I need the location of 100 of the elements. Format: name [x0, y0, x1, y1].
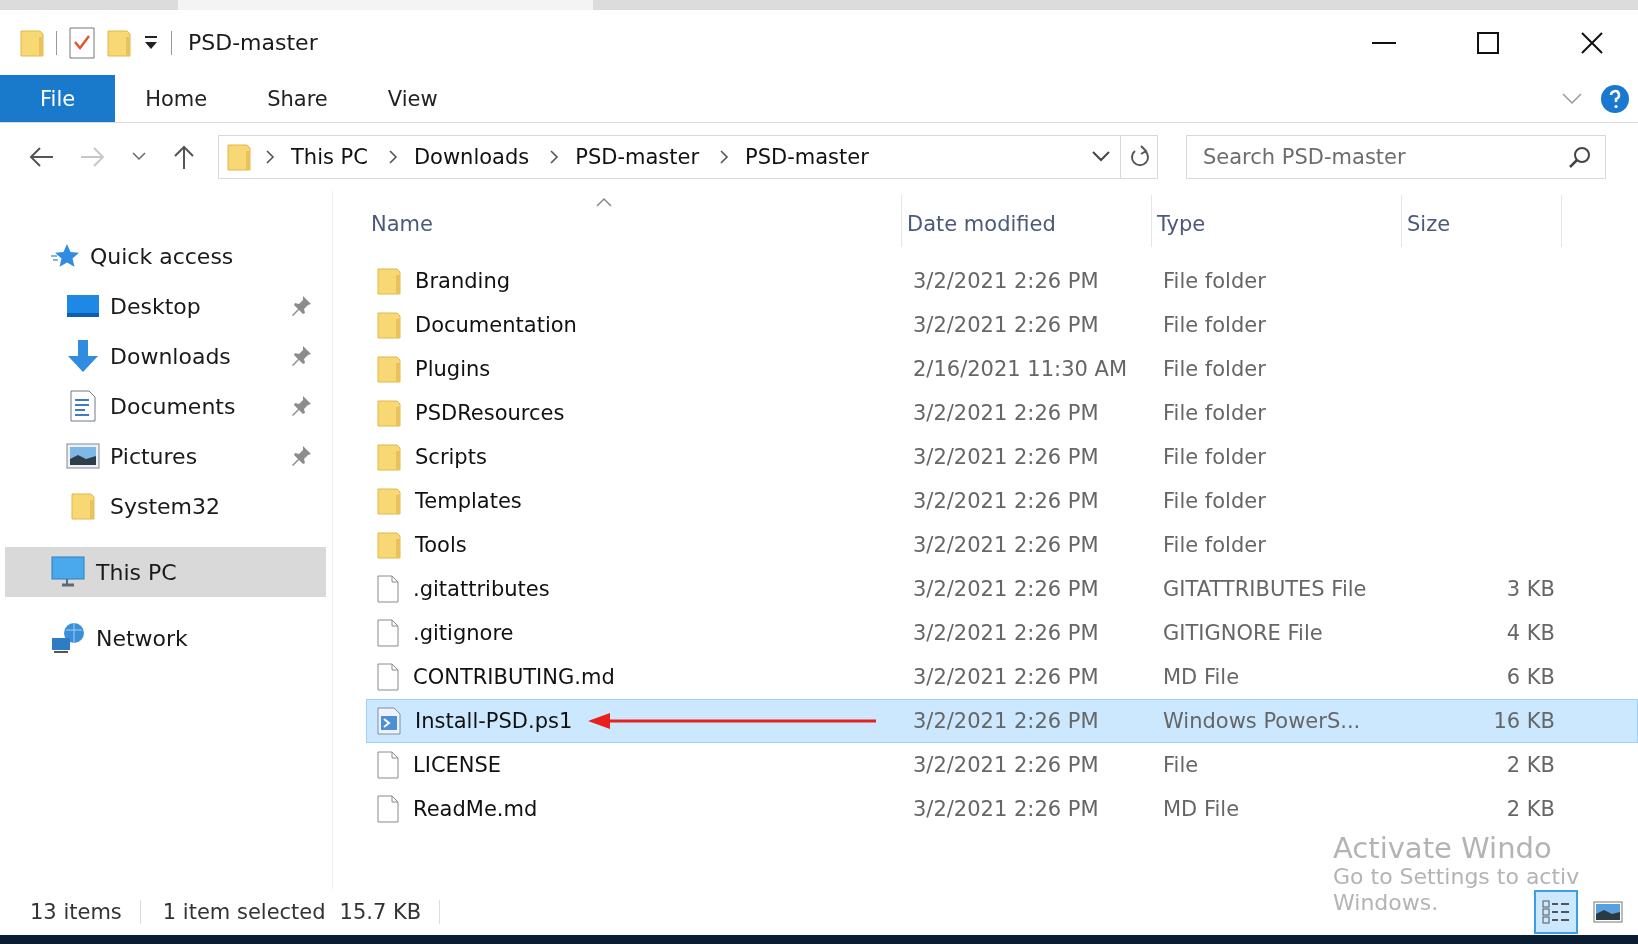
file-name: LICENSE	[413, 753, 502, 777]
file-row[interactable]: Plugins 2/16/2021 11:30 AM File folder	[366, 347, 1638, 391]
navigation-item[interactable]: Downloads	[0, 331, 332, 381]
navigation-item[interactable]: Network	[5, 613, 326, 663]
ribbon-tab[interactable]: View	[357, 75, 468, 122]
selection-size: 15.7 KB	[339, 900, 441, 924]
search-field[interactable]: Search PSD-master	[1186, 135, 1606, 179]
breadcrumb-item[interactable]: This PC	[285, 145, 374, 169]
file-icon	[377, 619, 399, 647]
date-cell-text: 2/16/2021 11:30 AM	[912, 357, 1129, 381]
breadcrumb-item[interactable]: PSD-master	[569, 145, 706, 169]
type-cell-text: GITIGNORE File	[1162, 621, 1324, 645]
breadcrumb-chevron-icon[interactable]	[549, 150, 560, 164]
folder-icon	[377, 443, 401, 471]
date-cell-text: 3/2/2021 2:26 PM	[912, 665, 1100, 689]
breadcrumb-chevron-icon[interactable]	[719, 150, 730, 164]
desktop-icon	[66, 293, 100, 319]
folder-icon	[227, 143, 251, 171]
search-icon[interactable]	[1568, 145, 1592, 169]
file-row[interactable]: Tools 3/2/2021 2:26 PM File folder	[366, 523, 1638, 567]
folder-icon	[71, 492, 95, 520]
type-cell-text: File folder	[1162, 401, 1267, 425]
large-icons-view-icon	[1593, 900, 1623, 924]
file-row[interactable]: Scripts 3/2/2021 2:26 PM File folder	[366, 435, 1638, 479]
folder-icon	[377, 311, 401, 339]
ribbon-tab[interactable]: Share	[237, 75, 358, 122]
size-cell-text: 6 KB	[1505, 665, 1556, 689]
selection-info: 1 item selected	[162, 900, 326, 924]
address-bar[interactable]: This PC Downloads PSD-master PSD-master	[218, 135, 1158, 179]
customize-toolbar-icon[interactable]	[143, 34, 159, 51]
new-folder-icon	[107, 28, 131, 57]
file-name: Documentation	[415, 313, 577, 337]
folder-icon	[377, 531, 401, 559]
details-view-icon	[1541, 898, 1571, 926]
item-count: 13 items	[30, 900, 141, 924]
type-cell-text: File folder	[1162, 533, 1267, 557]
date-cell-text: 3/2/2021 2:26 PM	[912, 269, 1100, 293]
file-name: Templates	[415, 489, 522, 513]
file-name: Scripts	[415, 445, 487, 469]
type-cell-text: File	[1162, 753, 1200, 777]
column-header[interactable]: Size	[1402, 195, 1562, 247]
file-icon	[377, 575, 399, 603]
file-row[interactable]: Templates 3/2/2021 2:26 PM File folder	[366, 479, 1638, 523]
activation-watermark-text: Windows.	[1333, 890, 1439, 916]
date-cell-text: 3/2/2021 2:26 PM	[912, 753, 1100, 777]
file-icon	[377, 663, 399, 691]
breadcrumb-item[interactable]: PSD-master	[739, 145, 875, 169]
ribbon-tab[interactable]: Home	[115, 75, 238, 122]
date-cell-text: 3/2/2021 2:26 PM	[912, 797, 1100, 821]
navigation-item[interactable]: Pictures	[0, 431, 332, 481]
file-row[interactable]: Branding 3/2/2021 2:26 PM File folder	[366, 259, 1638, 303]
size-cell-text: 16 KB	[1492, 709, 1556, 733]
column-header[interactable]: Date modified	[902, 195, 1152, 247]
size-cell-text: 3 KB	[1505, 577, 1556, 601]
date-cell-text: 3/2/2021 2:26 PM	[912, 445, 1100, 469]
navigation-item[interactable]: System32	[0, 481, 332, 531]
minimize-icon	[1372, 41, 1396, 44]
file-row[interactable]: Documentation 3/2/2021 2:26 PM File folder	[366, 303, 1638, 347]
properties-icon[interactable]	[69, 26, 95, 59]
type-cell-text: File folder	[1162, 269, 1267, 293]
up-arrow-icon[interactable]	[172, 144, 196, 170]
column-header[interactable]: Name	[366, 195, 902, 247]
view-toggle-button[interactable]	[1534, 890, 1578, 934]
file-row[interactable]: Install-PSD.ps1 3/2/2021 2:26 PM Windows PowerS... 16 KB	[366, 699, 1638, 743]
recent-locations-icon[interactable]	[132, 152, 146, 162]
file-name: Tools	[415, 533, 467, 557]
document-icon	[70, 390, 96, 422]
help-icon[interactable]	[1600, 83, 1630, 114]
file-menu-tab[interactable]: File	[0, 75, 116, 122]
file-name: CONTRIBUTING.md	[413, 665, 615, 689]
refresh-icon[interactable]	[1128, 145, 1150, 169]
file-name: ReadMe.md	[413, 797, 538, 821]
date-cell-text: 3/2/2021 2:26 PM	[912, 621, 1100, 645]
file-row[interactable]: .gitattributes 3/2/2021 2:26 PM GITATTRIBUTES File 3 KB	[366, 567, 1638, 611]
folder-icon	[377, 487, 401, 515]
column-header[interactable]: Type	[1152, 195, 1402, 247]
navigation-item[interactable]: Quick access	[0, 231, 332, 281]
date-cell-text: 3/2/2021 2:26 PM	[912, 577, 1100, 601]
navigation-item[interactable]: Desktop	[0, 281, 332, 331]
breadcrumb-item[interactable]: Downloads	[407, 145, 536, 169]
file-row[interactable]: PSDResources 3/2/2021 2:26 PM File folder	[366, 391, 1638, 435]
type-cell-text: Windows PowerS...	[1162, 709, 1362, 733]
file-name: .gitattributes	[413, 577, 550, 601]
type-cell-text: File folder	[1162, 357, 1267, 381]
navigation-item[interactable]: Documents	[0, 381, 332, 431]
download-arrow-icon	[66, 339, 100, 373]
dropdown-chevron-icon[interactable]	[1092, 151, 1110, 163]
file-row[interactable]: CONTRIBUTING.md 3/2/2021 2:26 PM MD File 6 KB	[366, 655, 1638, 699]
file-row[interactable]: .gitignore 3/2/2021 2:26 PM GITIGNORE File 4 KB	[366, 611, 1638, 655]
file-row[interactable]: ReadMe.md 3/2/2021 2:26 PM MD File 2 KB	[366, 787, 1638, 831]
back-arrow-icon[interactable]	[28, 146, 54, 168]
type-cell-text: File folder	[1162, 313, 1267, 337]
date-cell-text: 3/2/2021 2:26 PM	[912, 401, 1100, 425]
navigation-item[interactable]: This PC	[5, 547, 326, 597]
date-cell-text: 3/2/2021 2:26 PM	[912, 489, 1100, 513]
expand-ribbon-icon[interactable]	[1562, 92, 1582, 105]
file-row[interactable]: LICENSE 3/2/2021 2:26 PM File 2 KB	[366, 743, 1638, 787]
breadcrumb-chevron-icon[interactable]	[265, 150, 275, 164]
file-name: PSDResources	[415, 401, 565, 425]
breadcrumb-chevron-icon[interactable]	[387, 150, 398, 164]
